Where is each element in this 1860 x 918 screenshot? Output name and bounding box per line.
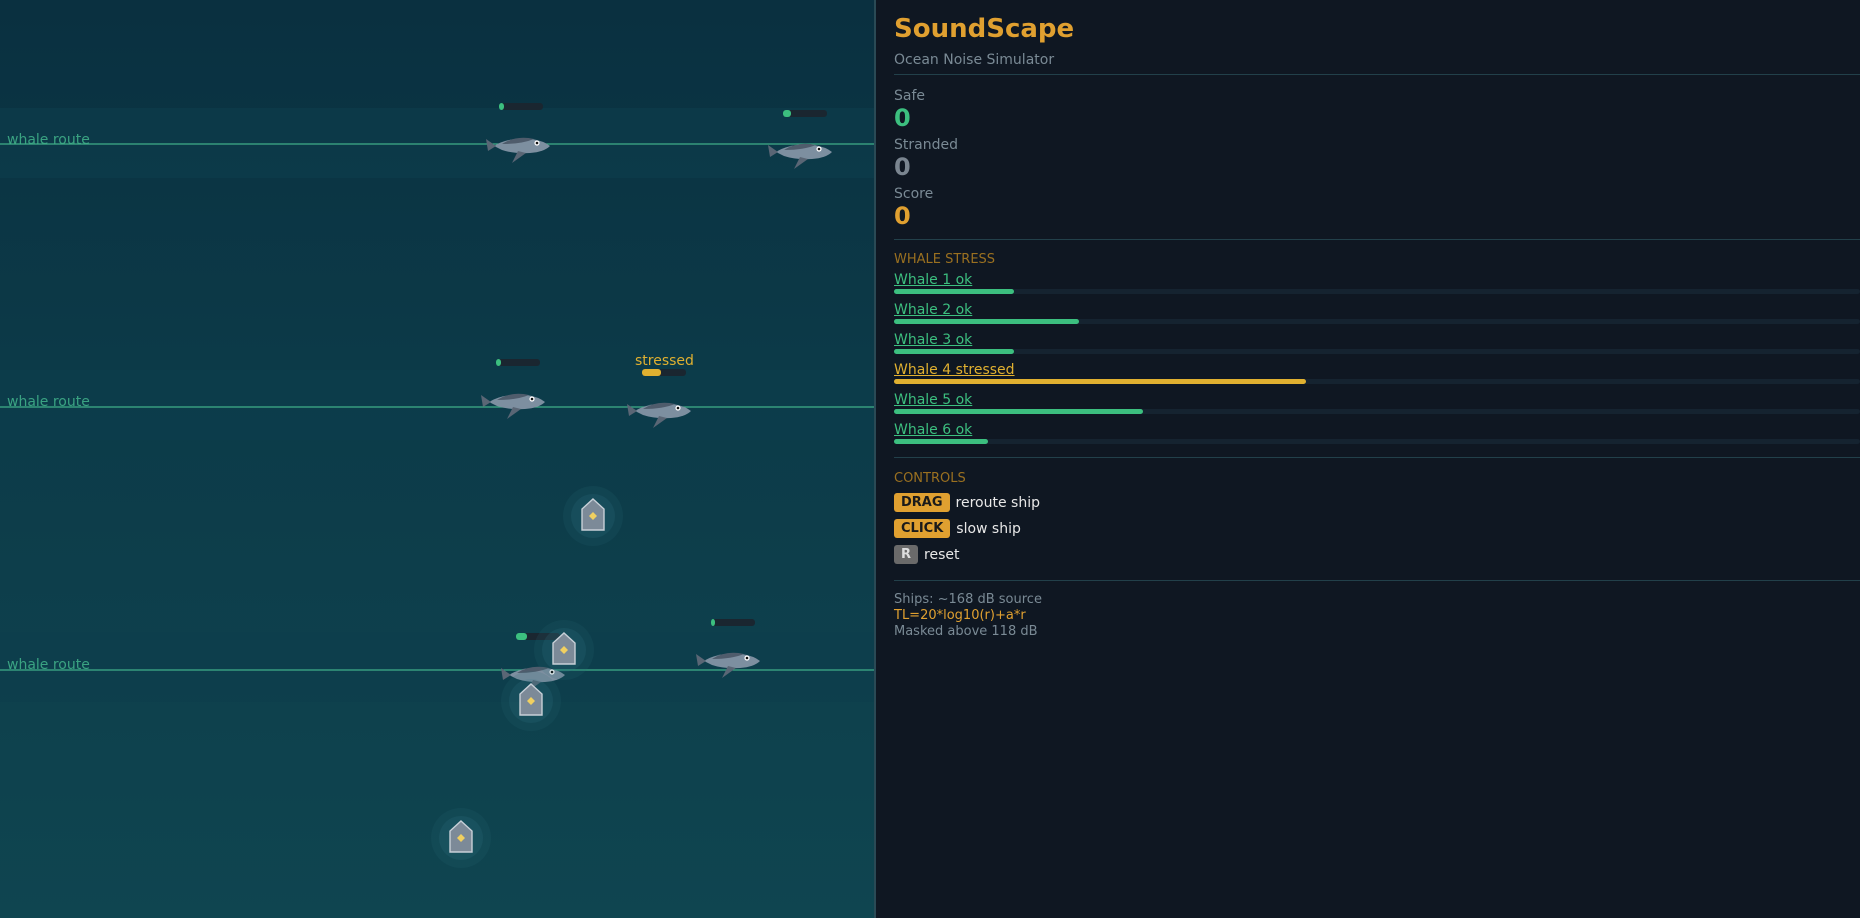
divider	[894, 457, 1860, 458]
divider	[894, 239, 1860, 240]
safe-value: 0	[894, 104, 911, 132]
route-label-3: whale route	[7, 657, 90, 673]
ship-4[interactable]	[430, 807, 492, 869]
whale-stress-track	[894, 379, 1860, 384]
info-formula: TL=20*log10(r)+a*r	[894, 608, 1026, 623]
click-key: CLICK	[894, 519, 951, 538]
whale-stress-row: Whale 3 ok	[894, 332, 1860, 360]
app-title: SoundScape	[894, 14, 1075, 44]
stranded-value: 0	[894, 153, 911, 181]
click-label: slow ship	[956, 520, 1021, 537]
whale-stress-heading: WHALE STRESS	[894, 252, 996, 267]
drag-key: DRAG	[894, 493, 950, 512]
reset-key: R	[894, 545, 919, 564]
whale-stress-track	[894, 409, 1860, 414]
control-click: CLICK slow ship	[894, 518, 1021, 540]
route-label-2: whale route	[7, 394, 90, 410]
divider	[894, 580, 1860, 581]
whale-stress-track	[894, 439, 1860, 444]
whale-stress-track	[894, 319, 1860, 324]
ship-1[interactable]	[562, 485, 624, 547]
whale-stress-label: Whale 3 ok	[894, 332, 973, 348]
whale-stress-row: Whale 4 stressed	[894, 362, 1860, 390]
whale-stress-label: Whale 5 ok	[894, 392, 973, 408]
app-subtitle: Ocean Noise Simulator	[894, 52, 1055, 68]
divider	[894, 74, 1860, 75]
whale-4-stressed-label: stressed	[635, 353, 694, 369]
whale-stress-track	[894, 289, 1860, 294]
control-reset: Rreset	[894, 544, 959, 566]
whale-stress-fill	[894, 319, 1079, 324]
controls-heading: CONTROLS	[894, 471, 966, 486]
route-band	[0, 370, 874, 440]
whale-stress-row: Whale 2 ok	[894, 302, 1860, 330]
score-label: Score	[894, 186, 934, 202]
info-ships: Ships: ~168 dB source	[894, 592, 1042, 607]
whale-stress-label: Whale 6 ok	[894, 422, 973, 438]
side-panel: SoundScape Ocean Noise Simulator Safe 0 …	[878, 0, 1860, 918]
whale-stress-row: Whale 1 ok	[894, 272, 1860, 300]
safe-label: Safe	[894, 88, 926, 104]
reset-label: reset	[924, 546, 960, 563]
whale-stress-fill	[894, 409, 1144, 414]
score-value: 0	[894, 202, 911, 230]
whale-stress-fill	[894, 289, 1014, 294]
ocean-canvas[interactable]	[0, 0, 876, 918]
whale-stress-fill	[894, 349, 1014, 354]
route-band	[0, 108, 874, 178]
whale-stress-label: Whale 4 stressed	[894, 362, 1015, 378]
whale-stress-row: Whale 5 ok	[894, 392, 1860, 420]
control-drag: DRAG reroute ship	[894, 492, 1040, 514]
ship-3[interactable]	[500, 670, 562, 732]
route-label-1: whale route	[7, 132, 90, 148]
whale-stress-label: Whale 1 ok	[894, 272, 973, 288]
stranded-label: Stranded	[894, 137, 958, 153]
ocean-play-area[interactable]: whale route whale route whale route stre…	[0, 0, 876, 918]
whale-stress-label: Whale 2 ok	[894, 302, 973, 318]
ship-2[interactable]	[533, 619, 595, 681]
drag-label: reroute ship	[955, 494, 1040, 511]
whale-stress-row: Whale 6 ok	[894, 422, 1860, 450]
whale-stress-fill	[894, 439, 988, 444]
whale-stress-track	[894, 349, 1860, 354]
whale-stress-fill	[894, 379, 1307, 384]
info-masked: Masked above 118 dB	[894, 624, 1038, 639]
